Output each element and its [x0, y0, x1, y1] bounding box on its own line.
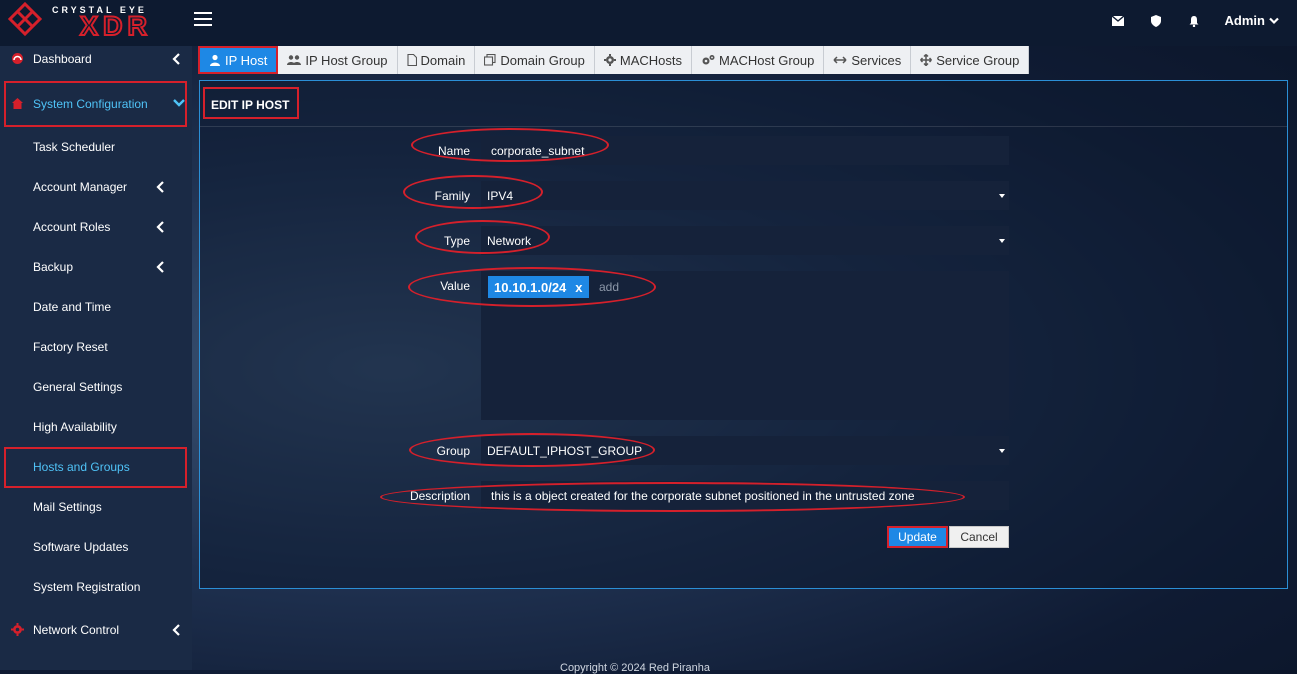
- sidebar-item-high-availability[interactable]: High Availability: [0, 407, 192, 447]
- caret-down-icon: [999, 193, 1005, 198]
- chevron-down-icon: [1269, 17, 1279, 24]
- gear-icon: [11, 623, 24, 636]
- tab-machost-group[interactable]: MACHost Group: [692, 46, 825, 74]
- cogs-icon: [702, 55, 715, 65]
- tab-ip-host-group[interactable]: IP Host Group: [278, 46, 398, 74]
- tab-label: Domain Group: [500, 52, 585, 68]
- annotation-oval: [380, 482, 965, 512]
- user-icon: [210, 54, 220, 66]
- dashboard-icon: [12, 53, 23, 64]
- sidebar-item-label: Account Manager: [33, 180, 128, 194]
- sidebar-item-label: Factory Reset: [33, 340, 108, 354]
- sidebar-item-backup[interactable]: Backup: [0, 247, 192, 287]
- user-name: Admin: [1224, 13, 1265, 28]
- chevron-left-icon: [156, 221, 164, 233]
- users-icon: [287, 55, 302, 65]
- sidebar: Dashboard System Configuration Task Sche…: [0, 46, 192, 670]
- chevron-left-icon: [172, 53, 180, 65]
- type-select[interactable]: Network: [481, 226, 1009, 255]
- sidebar-item-label: Account Roles: [33, 220, 111, 234]
- arrows-h-icon: [833, 56, 847, 64]
- sidebar-item-mail-settings[interactable]: Mail Settings: [0, 487, 192, 527]
- sidebar-item-label: Mail Settings: [33, 500, 102, 514]
- caret-down-icon: [999, 238, 1005, 243]
- tab-services[interactable]: Services: [824, 46, 912, 74]
- tab-ip-host[interactable]: IP Host: [198, 46, 279, 74]
- highlight-box: [4, 81, 187, 127]
- annotation-oval: [415, 220, 550, 254]
- annotation-oval: [408, 267, 656, 307]
- sidebar-item-label: Software Updates: [33, 540, 129, 554]
- tab-domain-group[interactable]: Domain Group: [475, 46, 595, 74]
- tab-label: Services: [851, 52, 902, 68]
- sidebar-item-software-updates[interactable]: Software Updates: [0, 527, 192, 567]
- annotation-oval: [411, 128, 609, 162]
- sidebar-item-account-roles[interactable]: Account Roles: [0, 207, 192, 247]
- tab-bar: IP Host IP Host Group Domain Domain Grou…: [198, 46, 1030, 74]
- annotation-oval: [403, 175, 543, 209]
- sidebar-item-general-settings[interactable]: General Settings: [0, 367, 192, 407]
- sidebar-item-system-registration[interactable]: System Registration: [0, 567, 192, 607]
- annotation-oval: [409, 433, 655, 467]
- tab-label: Service Group: [936, 52, 1020, 68]
- edit-ip-host-panel: EDIT IP HOST Name corporate_subnet Famil…: [199, 80, 1288, 589]
- cancel-button[interactable]: Cancel: [949, 526, 1009, 548]
- footer-copyright: Copyright © 2024 Red Piranha: [560, 662, 710, 674]
- hamburger-icon: [194, 12, 212, 14]
- user-menu[interactable]: Admin: [1225, 13, 1279, 28]
- copy-icon: [484, 54, 496, 66]
- chevron-left-icon: [172, 624, 180, 636]
- family-select[interactable]: IPV4: [481, 181, 1009, 210]
- highlight-box: [4, 447, 187, 488]
- tab-label: Domain: [420, 52, 466, 68]
- brand-name: XDR: [79, 11, 153, 41]
- sidebar-item-task-scheduler[interactable]: Task Scheduler: [0, 127, 192, 167]
- tab-label: MACHost Group: [719, 52, 815, 68]
- cancel-label: Cancel: [960, 530, 998, 544]
- sidebar-item-label: System Registration: [33, 580, 141, 594]
- menu-toggle-button[interactable]: [194, 12, 212, 28]
- update-label: Update: [898, 530, 937, 544]
- tab-label: MACHosts: [619, 52, 682, 68]
- mail-icon[interactable]: [1111, 14, 1125, 28]
- file-icon: [406, 54, 417, 66]
- shield-icon[interactable]: [1149, 14, 1163, 28]
- arrows-icon: [920, 54, 933, 66]
- sidebar-item-label: General Settings: [33, 380, 123, 394]
- sidebar-item-label: Date and Time: [33, 300, 112, 314]
- sidebar-item-label: Dashboard: [33, 52, 92, 66]
- sidebar-item-account-manager[interactable]: Account Manager: [0, 167, 192, 207]
- tab-service-group[interactable]: Service Group: [911, 46, 1030, 74]
- panel-header: EDIT IP HOST: [200, 81, 1287, 127]
- highlight-box: [203, 87, 299, 119]
- cog-icon: [603, 54, 616, 66]
- sidebar-item-factory-reset[interactable]: Factory Reset: [0, 327, 192, 367]
- bell-icon[interactable]: [1187, 14, 1201, 28]
- tab-domain[interactable]: Domain: [398, 46, 476, 74]
- sidebar-item-date-and-time[interactable]: Date and Time: [0, 287, 192, 327]
- sidebar-item-label: Task Scheduler: [33, 140, 116, 154]
- tab-machosts[interactable]: MACHosts: [595, 46, 692, 74]
- update-button[interactable]: Update: [887, 526, 948, 548]
- caret-down-icon: [999, 448, 1005, 453]
- sidebar-item-network-control[interactable]: Network Control: [0, 610, 192, 650]
- sidebar-item-label: High Availability: [33, 420, 117, 434]
- sidebar-item-label: Network Control: [33, 623, 120, 637]
- top-bar: CRYSTAL EYE XDR Admin: [0, 0, 1297, 46]
- chevron-left-icon: [156, 261, 164, 273]
- tab-label: IP Host: [225, 52, 268, 68]
- chevron-left-icon: [156, 181, 164, 193]
- tab-label: IP Host Group: [305, 52, 388, 68]
- sidebar-item-label: Backup: [33, 260, 74, 274]
